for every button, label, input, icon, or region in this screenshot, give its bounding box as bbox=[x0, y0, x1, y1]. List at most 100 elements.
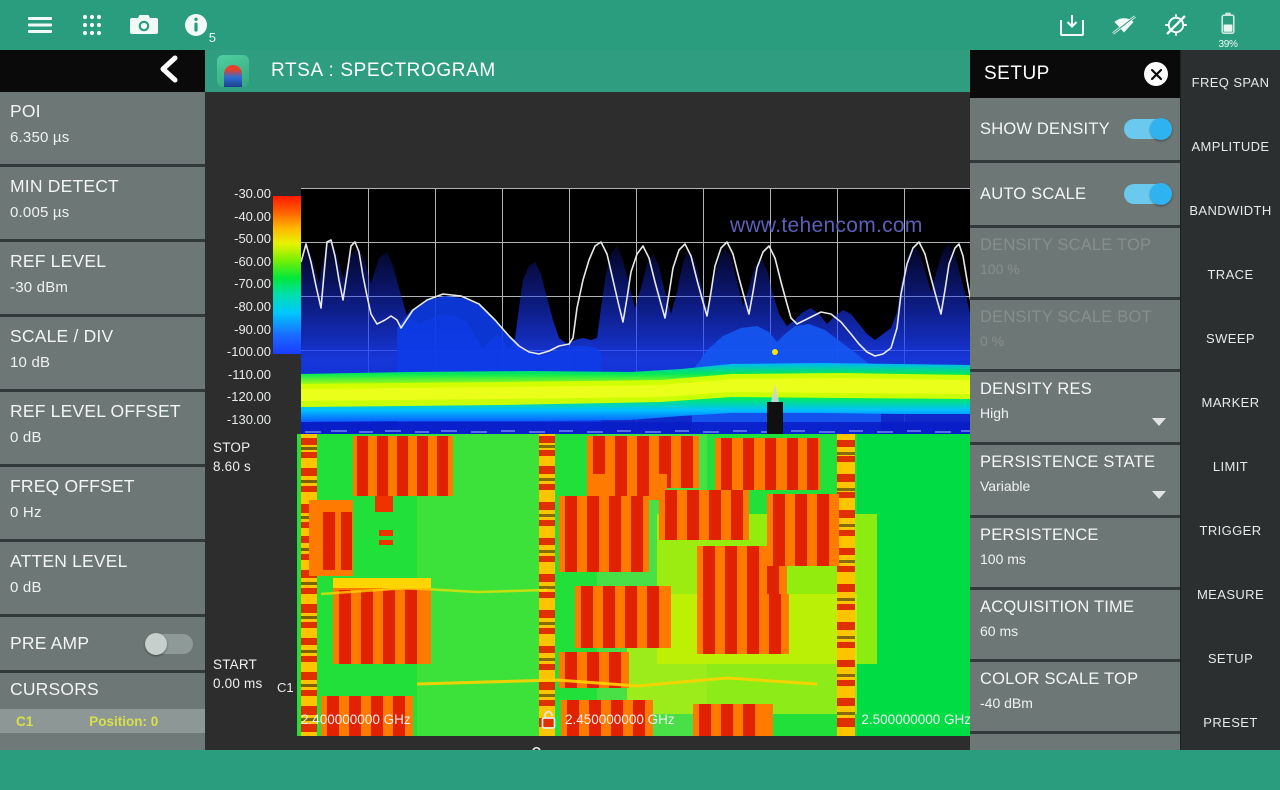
sidebar-item-scale-div[interactable]: SCALE / DIV 10 dB bbox=[0, 317, 205, 392]
wifi-off-icon[interactable] bbox=[1098, 3, 1150, 47]
freq-lock-icon[interactable] bbox=[531, 710, 565, 729]
spectrum-svg bbox=[301, 188, 971, 458]
sidebar-item-atten-level[interactable]: ATTEN LEVEL 0 dB bbox=[0, 542, 205, 617]
setup-item-acquisition-time[interactable]: ACQUISITION TIME 60 ms bbox=[970, 590, 1180, 662]
bottom-bar bbox=[0, 750, 1280, 790]
waterfall-right-column bbox=[837, 434, 855, 736]
sidebar-item-poi[interactable]: POI 6.350 µs bbox=[0, 92, 205, 167]
setup-item-color-scale-top[interactable]: COLOR SCALE TOP -40 dBm bbox=[970, 662, 1180, 734]
setup-label: PERSISTENCE STATE bbox=[980, 453, 1156, 471]
rtsa-app-logo-icon bbox=[217, 55, 249, 87]
param-value: 6.350 µs bbox=[10, 129, 70, 146]
param-label: REF LEVEL OFFSET bbox=[10, 401, 181, 421]
menu-item-preset[interactable]: PRESET bbox=[1181, 690, 1280, 754]
menu-label: SETUP bbox=[1207, 650, 1254, 666]
density-colorbar bbox=[273, 196, 303, 354]
show-density-toggle[interactable] bbox=[1124, 118, 1172, 140]
back-chevron-icon[interactable] bbox=[155, 54, 183, 89]
y-tick: -60.00 bbox=[234, 253, 271, 269]
menu-label: MARKER bbox=[1201, 394, 1260, 410]
right-menu: FREQ SPAN AMPLITUDE BANDWIDTH TRACE SWEE… bbox=[1180, 50, 1280, 790]
setup-item-show-density[interactable]: SHOW DENSITY bbox=[970, 98, 1180, 163]
param-value: 0 dB bbox=[10, 429, 42, 446]
param-label: FREQ OFFSET bbox=[10, 476, 135, 496]
setup-item-persistence[interactable]: PERSISTENCE 100 ms bbox=[970, 518, 1180, 590]
close-icon[interactable] bbox=[1144, 62, 1168, 86]
setup-item-persistence-state[interactable]: PERSISTENCE STATE Variable bbox=[970, 445, 1180, 518]
param-value: 10 dB bbox=[10, 354, 51, 371]
param-label: PRE AMP bbox=[10, 633, 90, 653]
menu-label: TRACE bbox=[1207, 266, 1254, 282]
save-download-icon[interactable] bbox=[1046, 3, 1098, 47]
menu-item-limit[interactable]: LIMIT bbox=[1181, 434, 1280, 498]
menu-item-bandwidth[interactable]: BANDWIDTH bbox=[1181, 178, 1280, 242]
camera-icon[interactable] bbox=[118, 3, 170, 47]
menu-label: PRESET bbox=[1203, 714, 1258, 730]
y-tick: -70.00 bbox=[234, 276, 271, 292]
sidebar-item-min-detect[interactable]: MIN DETECT 0.005 µs bbox=[0, 167, 205, 242]
spectrum-y-axis: -30.00 -40.00 -50.00 -60.00 -70.00 -80.0… bbox=[209, 187, 271, 436]
waterfall-cursor-column bbox=[301, 434, 317, 736]
setup-label: COLOR SCALE TOP bbox=[980, 670, 1139, 688]
setup-items-list: SHOW DENSITY AUTO SCALE DENSITY SCALE TO… bbox=[970, 98, 1180, 750]
menu-item-measure[interactable]: MEASURE bbox=[1181, 562, 1280, 626]
spectrum-plot[interactable] bbox=[301, 188, 971, 458]
cursor-row-c1[interactable]: C1 Position: 0 bbox=[0, 709, 205, 733]
spectrogram-waterfall[interactable] bbox=[297, 434, 972, 736]
sidebar-item-pre-amp[interactable]: PRE AMP bbox=[0, 617, 205, 673]
chevron-down-icon[interactable] bbox=[1152, 418, 1166, 426]
setup-value: 60 ms bbox=[980, 623, 1019, 639]
y-tick: -120.00 bbox=[226, 389, 271, 405]
battery-icon[interactable]: 39% bbox=[1202, 3, 1254, 50]
page-title: RTSA : SPECTROGRAM bbox=[271, 60, 496, 81]
spectrogram-stop-time: STOP 8.60 s bbox=[213, 440, 251, 474]
location-off-icon[interactable] bbox=[1150, 3, 1202, 47]
apps-grid-icon[interactable] bbox=[66, 3, 118, 47]
chevron-down-icon[interactable] bbox=[1152, 491, 1166, 499]
y-tick: -90.00 bbox=[234, 321, 271, 337]
menu-label: FREQ SPAN bbox=[1191, 74, 1270, 90]
toggle-knob bbox=[1150, 183, 1172, 205]
pre-amp-toggle[interactable] bbox=[145, 632, 193, 655]
menu-label: BANDWIDTH bbox=[1189, 202, 1272, 218]
setup-value: 0 % bbox=[980, 333, 1005, 349]
setup-label: ACQUISITION TIME bbox=[980, 598, 1135, 616]
cursor-name: C1 bbox=[16, 713, 34, 729]
y-tick: -50.00 bbox=[234, 231, 271, 247]
start-value: 0.00 ms bbox=[213, 676, 263, 691]
menu-item-marker[interactable]: MARKER bbox=[1181, 370, 1280, 434]
menu-label: AMPLITUDE bbox=[1191, 138, 1270, 154]
param-value: 0.005 µs bbox=[10, 204, 70, 221]
setup-label: AUTO SCALE bbox=[980, 184, 1087, 203]
setup-value: 100 % bbox=[980, 261, 1020, 277]
setup-label: SHOW DENSITY bbox=[980, 119, 1110, 138]
menu-item-trigger[interactable]: TRIGGER bbox=[1181, 498, 1280, 562]
y-tick: -30.00 bbox=[234, 186, 271, 201]
setup-item-density-res[interactable]: DENSITY RES High bbox=[970, 372, 1180, 445]
menu-item-freq-span[interactable]: FREQ SPAN bbox=[1181, 50, 1280, 114]
setup-panel-header: SETUP bbox=[970, 50, 1180, 98]
sidebar-item-ref-level-offset[interactable]: REF LEVEL OFFSET 0 dB bbox=[0, 392, 205, 467]
menu-item-setup[interactable]: SETUP bbox=[1181, 626, 1280, 690]
sidebar-item-ref-level[interactable]: REF LEVEL -30 dBm bbox=[0, 242, 205, 317]
info-icon[interactable]: 5 bbox=[170, 3, 222, 47]
menu-item-amplitude[interactable]: AMPLITUDE bbox=[1181, 114, 1280, 178]
main-title-bar: RTSA : SPECTROGRAM bbox=[205, 50, 970, 92]
menu-label: SWEEP bbox=[1206, 330, 1255, 346]
spectrogram-cursor-c1-label: C1 bbox=[277, 680, 294, 695]
menu-item-trace[interactable]: TRACE bbox=[1181, 242, 1280, 306]
param-label: MIN DETECT bbox=[10, 176, 119, 196]
setup-title: SETUP bbox=[984, 63, 1050, 84]
y-tick: -110.00 bbox=[227, 366, 271, 382]
sidebar-section-cursors: CURSORS bbox=[0, 673, 205, 709]
menu-item-sweep[interactable]: SWEEP bbox=[1181, 306, 1280, 370]
auto-scale-toggle[interactable] bbox=[1124, 183, 1172, 205]
param-label: ATTEN LEVEL bbox=[10, 551, 128, 571]
menu-icon[interactable] bbox=[14, 3, 66, 47]
setup-item-auto-scale[interactable]: AUTO SCALE bbox=[970, 163, 1180, 228]
y-tick: -130.00 bbox=[226, 411, 271, 427]
sidebar-item-freq-offset[interactable]: FREQ OFFSET 0 Hz bbox=[0, 467, 205, 542]
setup-label: PERSISTENCE bbox=[980, 526, 1099, 544]
setup-value: Variable bbox=[980, 478, 1031, 494]
setup-label: DENSITY RES bbox=[980, 380, 1092, 398]
